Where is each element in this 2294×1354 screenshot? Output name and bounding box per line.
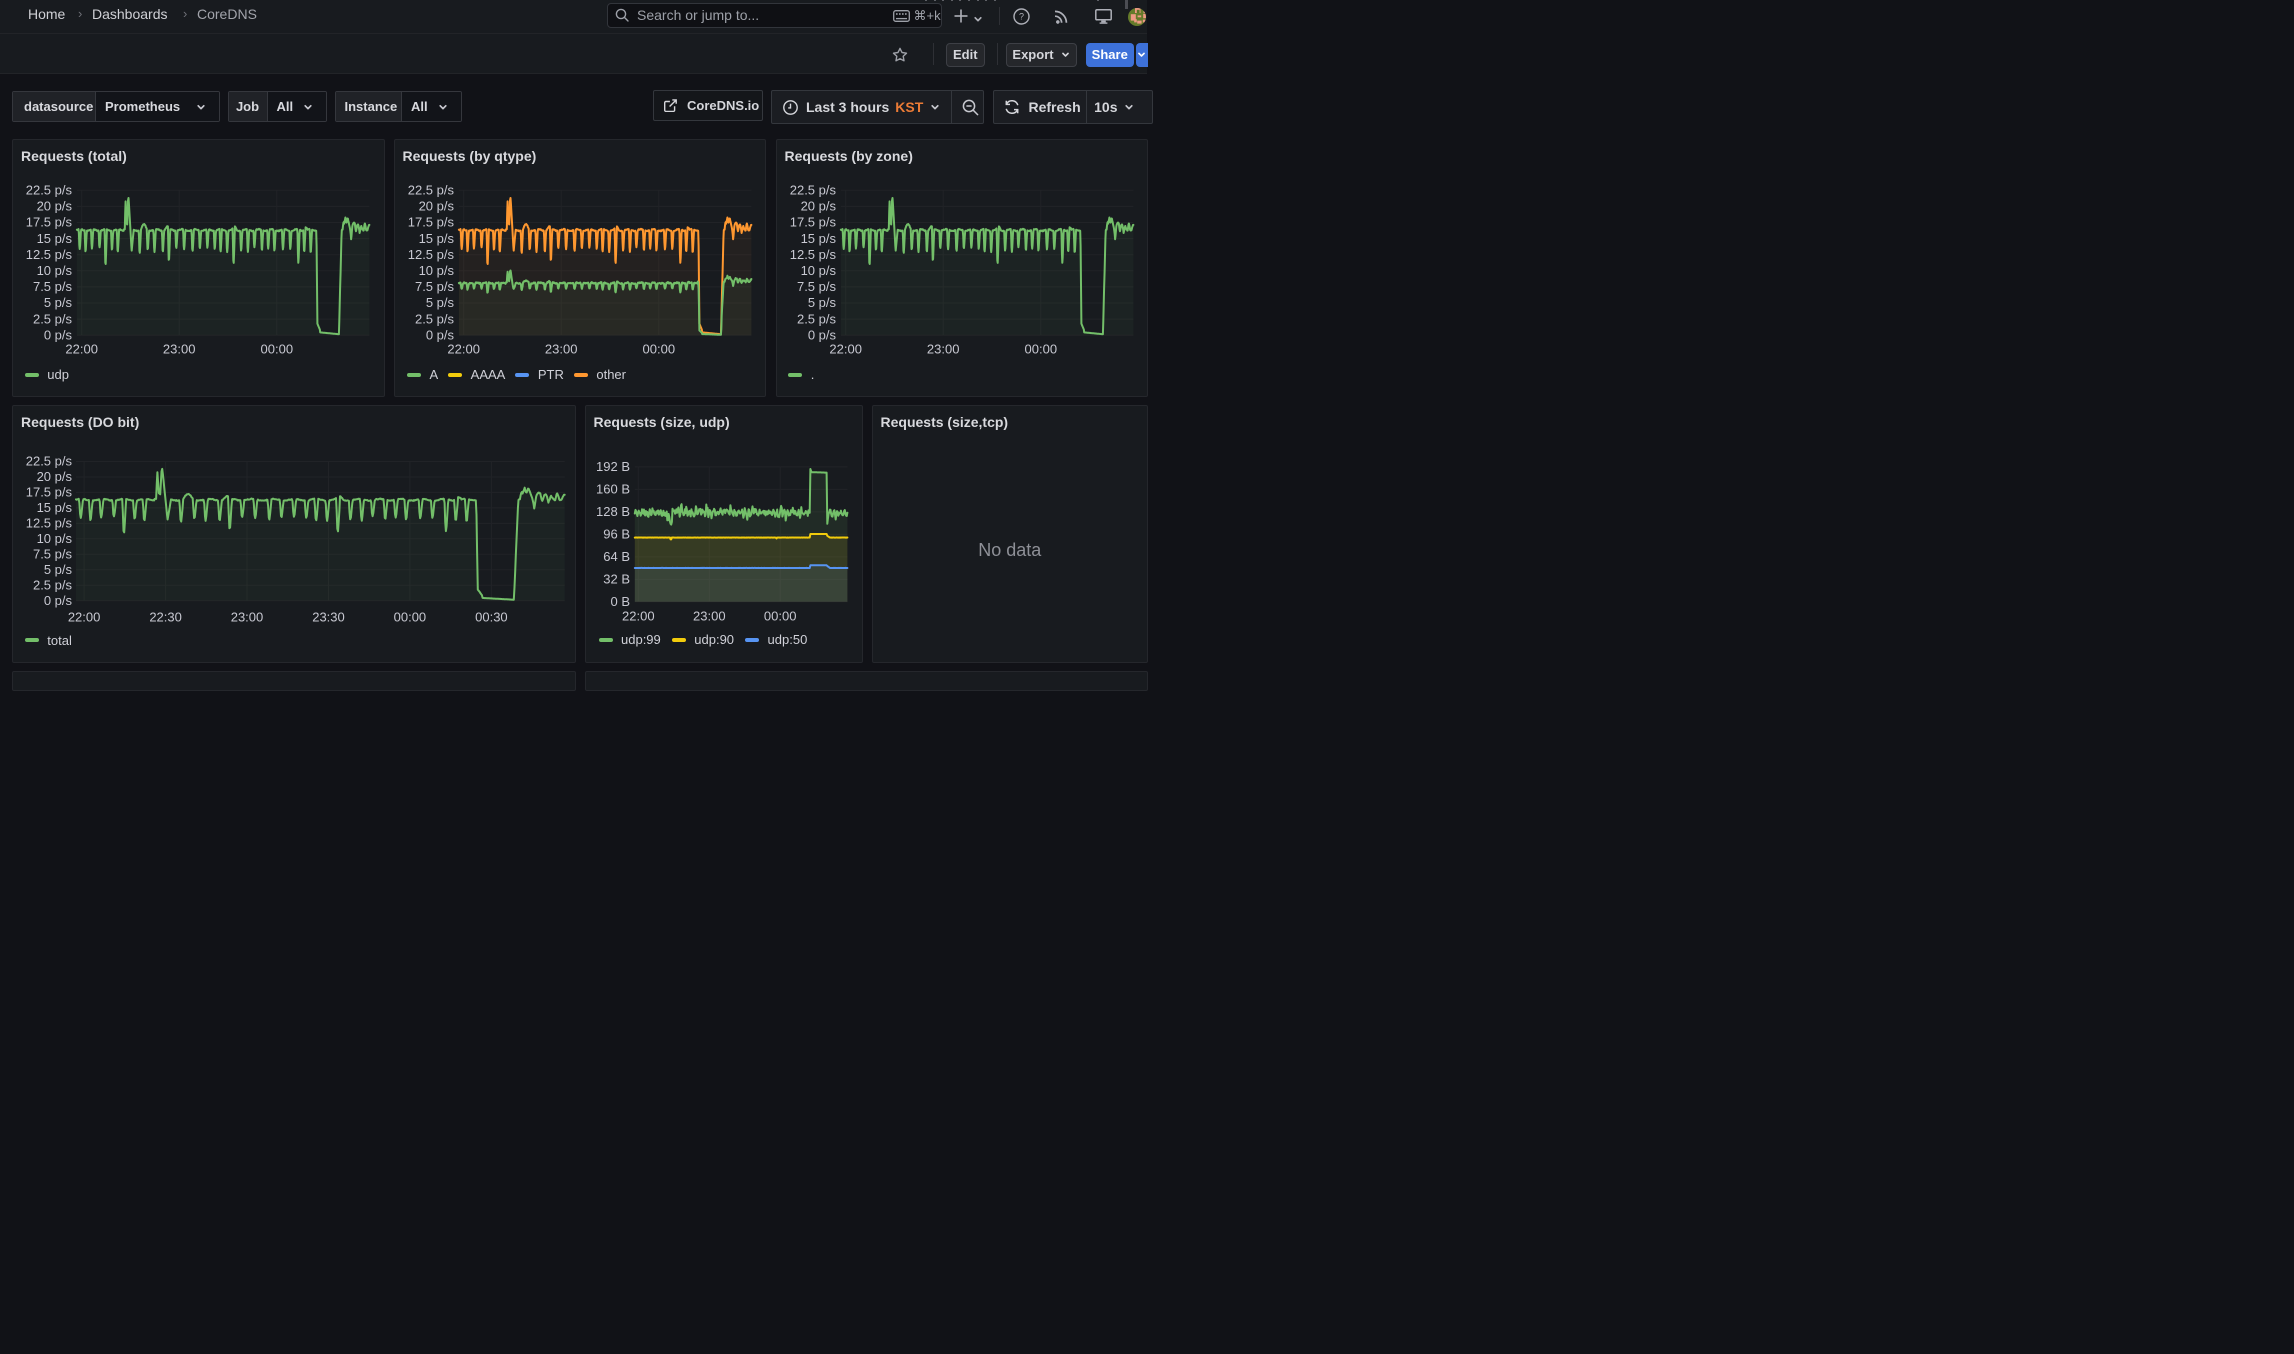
svg-text:128 B: 128 B bbox=[596, 504, 630, 519]
svg-text:17.5 p/s: 17.5 p/s bbox=[407, 215, 454, 230]
svg-text:23:00: 23:00 bbox=[163, 342, 196, 357]
svg-text:5 p/s: 5 p/s bbox=[425, 295, 454, 310]
svg-text:00:00: 00:00 bbox=[1024, 342, 1057, 357]
svg-text:0 p/s: 0 p/s bbox=[807, 328, 836, 343]
svg-text:20 p/s: 20 p/s bbox=[37, 469, 73, 484]
svg-text:22:30: 22:30 bbox=[149, 610, 182, 625]
svg-text:00:00: 00:00 bbox=[642, 342, 675, 357]
svg-text:96 B: 96 B bbox=[603, 527, 630, 542]
svg-text:22:00: 22:00 bbox=[447, 342, 480, 357]
svg-text:22:00: 22:00 bbox=[622, 609, 655, 624]
svg-text:2.5 p/s: 2.5 p/s bbox=[33, 577, 73, 592]
svg-text:22:00: 22:00 bbox=[68, 610, 101, 625]
svg-text:15 p/s: 15 p/s bbox=[418, 231, 454, 246]
svg-text:00:30: 00:30 bbox=[475, 610, 508, 625]
svg-text:7.5 p/s: 7.5 p/s bbox=[33, 547, 73, 562]
svg-text:17.5 p/s: 17.5 p/s bbox=[26, 215, 73, 230]
svg-text:2.5 p/s: 2.5 p/s bbox=[414, 312, 454, 327]
svg-text:0 p/s: 0 p/s bbox=[44, 593, 73, 608]
svg-text:00:00: 00:00 bbox=[394, 610, 427, 625]
svg-text:160 B: 160 B bbox=[596, 482, 630, 497]
svg-text:12.5 p/s: 12.5 p/s bbox=[407, 247, 454, 262]
svg-text:0 B: 0 B bbox=[610, 594, 630, 609]
svg-text:64 B: 64 B bbox=[603, 549, 630, 564]
svg-text:15 p/s: 15 p/s bbox=[37, 500, 73, 515]
svg-text:5 p/s: 5 p/s bbox=[807, 295, 836, 310]
svg-text:22.5 p/s: 22.5 p/s bbox=[26, 454, 73, 469]
svg-text:23:00: 23:00 bbox=[231, 610, 264, 625]
svg-text:22:00: 22:00 bbox=[829, 342, 862, 357]
svg-text:2.5 p/s: 2.5 p/s bbox=[33, 312, 73, 327]
svg-text:20 p/s: 20 p/s bbox=[800, 199, 836, 214]
svg-text:5 p/s: 5 p/s bbox=[44, 295, 73, 310]
svg-text:15 p/s: 15 p/s bbox=[37, 231, 73, 246]
svg-text:22:00: 22:00 bbox=[65, 342, 98, 357]
svg-text:10 p/s: 10 p/s bbox=[37, 531, 73, 546]
svg-text:23:30: 23:30 bbox=[312, 610, 345, 625]
svg-text:10 p/s: 10 p/s bbox=[418, 263, 454, 278]
svg-text:23:00: 23:00 bbox=[544, 342, 577, 357]
svg-text:17.5 p/s: 17.5 p/s bbox=[26, 485, 73, 500]
svg-text:32 B: 32 B bbox=[603, 572, 630, 587]
svg-text:22.5 p/s: 22.5 p/s bbox=[26, 183, 73, 198]
svg-text:23:00: 23:00 bbox=[926, 342, 959, 357]
svg-text:12.5 p/s: 12.5 p/s bbox=[26, 516, 73, 531]
svg-text:7.5 p/s: 7.5 p/s bbox=[414, 279, 454, 294]
svg-text:22.5 p/s: 22.5 p/s bbox=[789, 183, 836, 198]
svg-text:00:00: 00:00 bbox=[763, 609, 796, 624]
svg-text:20 p/s: 20 p/s bbox=[37, 199, 73, 214]
svg-text:17.5 p/s: 17.5 p/s bbox=[789, 215, 836, 230]
svg-text:15 p/s: 15 p/s bbox=[800, 231, 836, 246]
svg-text:?: ? bbox=[1019, 12, 1024, 22]
svg-text:0 p/s: 0 p/s bbox=[44, 328, 73, 343]
svg-text:12.5 p/s: 12.5 p/s bbox=[789, 247, 836, 262]
svg-text:00:00: 00:00 bbox=[261, 342, 294, 357]
svg-text:7.5 p/s: 7.5 p/s bbox=[796, 279, 836, 294]
svg-text:7.5 p/s: 7.5 p/s bbox=[33, 279, 73, 294]
svg-text:0 p/s: 0 p/s bbox=[425, 328, 454, 343]
svg-text:23:00: 23:00 bbox=[693, 609, 726, 624]
svg-text:20 p/s: 20 p/s bbox=[418, 199, 454, 214]
svg-text:22.5 p/s: 22.5 p/s bbox=[407, 183, 454, 198]
svg-text:5 p/s: 5 p/s bbox=[44, 562, 73, 577]
svg-text:2.5 p/s: 2.5 p/s bbox=[796, 312, 836, 327]
svg-text:12.5 p/s: 12.5 p/s bbox=[26, 247, 73, 262]
svg-text:10 p/s: 10 p/s bbox=[800, 263, 836, 278]
svg-text:10 p/s: 10 p/s bbox=[37, 263, 73, 278]
svg-text:192 B: 192 B bbox=[596, 459, 630, 474]
